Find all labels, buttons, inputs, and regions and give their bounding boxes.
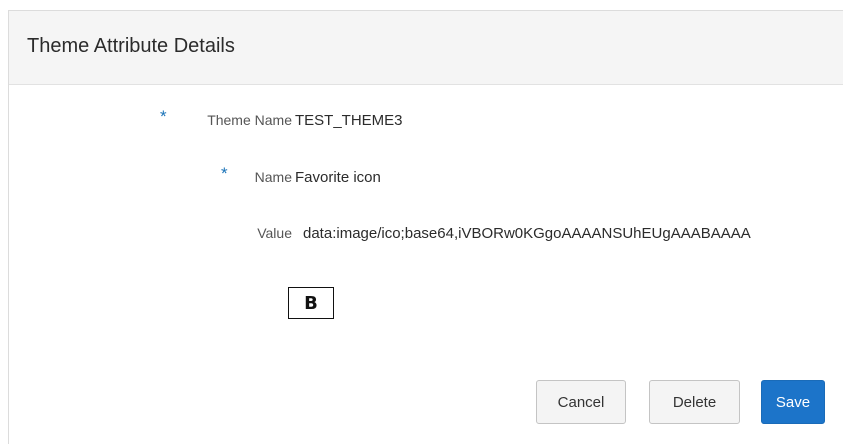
name-value: Favorite icon — [295, 169, 381, 186]
name-row: * Name Favorite icon — [9, 164, 843, 190]
required-indicator: * — [221, 164, 228, 183]
favicon-preview-icon: B — [288, 287, 334, 319]
required-indicator: * — [160, 107, 167, 126]
save-button[interactable]: Save — [761, 380, 825, 424]
dialog-title: Theme Attribute Details — [27, 35, 235, 57]
cancel-button[interactable]: Cancel — [536, 380, 626, 424]
delete-button[interactable]: Delete — [649, 380, 740, 424]
name-label: Name — [254, 169, 292, 185]
theme-name-label: Theme Name — [207, 112, 292, 128]
value-field[interactable]: data:image/ico;base64,iVBORw0KGgoAAAANSU… — [303, 225, 839, 242]
value-row: Value data:image/ico;base64,iVBORw0KGgoA… — [9, 222, 843, 246]
theme-name-row: * Theme Name TEST_THEME3 — [9, 107, 843, 133]
theme-name-value: TEST_THEME3 — [295, 112, 403, 129]
theme-attribute-dialog: Theme Attribute Details * Theme Name TES… — [8, 10, 843, 444]
value-label: Value — [257, 225, 292, 241]
dialog-header: Theme Attribute Details — [9, 11, 843, 85]
